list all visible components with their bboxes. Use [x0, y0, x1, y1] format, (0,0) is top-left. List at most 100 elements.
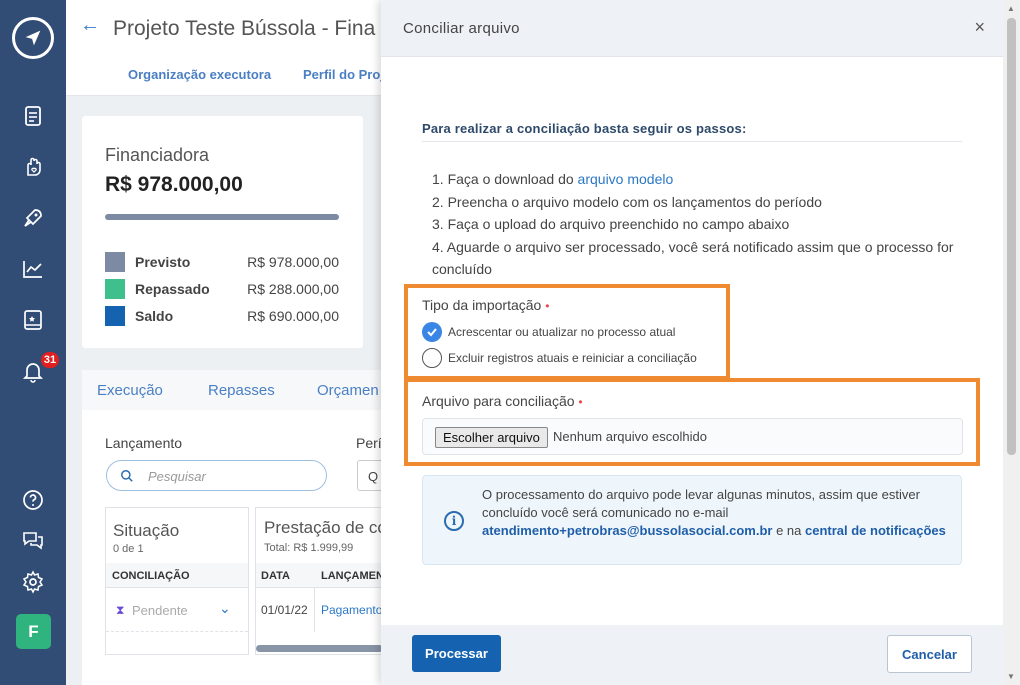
- avatar[interactable]: F: [16, 614, 51, 649]
- legend-swatch: [105, 252, 125, 272]
- hand-heart-icon[interactable]: [19, 153, 47, 181]
- info-alert: i O processamento do arquivo pode levar …: [422, 475, 962, 565]
- row-lancamento-link[interactable]: Pagamento: [321, 603, 381, 617]
- gear-icon[interactable]: [19, 568, 47, 596]
- situacao-title: Situação: [113, 521, 180, 540]
- modal-header: Conciliar arquivo ×: [381, 0, 1003, 57]
- legend-swatch: [105, 306, 125, 326]
- tab-execucao[interactable]: Execução: [97, 382, 163, 399]
- file-status: Nenhum arquivo escolhido: [553, 429, 707, 444]
- intro-text: Para realizar a conciliação basta seguir…: [422, 121, 747, 136]
- file-label: Arquivo para conciliação •: [422, 393, 583, 409]
- status-pendente: Pendente: [132, 603, 188, 618]
- info-text-part: e na: [772, 523, 805, 538]
- financiadora-card: Financiadora R$ 978.000,00 Previsto R$ 9…: [82, 116, 363, 348]
- chat-icon[interactable]: [19, 526, 47, 554]
- modal-footer: Processar Cancelar: [381, 625, 1003, 685]
- processar-button[interactable]: Processar: [412, 635, 501, 672]
- legend-saldo: Saldo R$ 690.000,00: [105, 306, 339, 326]
- table-row[interactable]: ⧗ Pendente ⌄: [106, 588, 248, 632]
- required-mark: •: [578, 395, 583, 409]
- prestacao-table-header: DATA LANÇAMEN: [256, 563, 382, 588]
- required-mark: •: [545, 299, 550, 313]
- choose-file-button[interactable]: Escolher arquivo: [435, 427, 548, 448]
- step-3: 3. Faça o upload do arquivo preenchido n…: [432, 216, 790, 232]
- column-header-data: DATA: [261, 570, 290, 582]
- import-type-label-text: Tipo da importação: [422, 297, 542, 313]
- rocket-icon[interactable]: [19, 204, 47, 232]
- divider: [422, 141, 962, 142]
- conciliar-arquivo-modal: Conciliar arquivo × Para realizar a conc…: [381, 0, 1003, 685]
- file-label-text: Arquivo para conciliação: [422, 393, 575, 409]
- divider: [314, 588, 315, 632]
- legend-name: Saldo: [135, 308, 174, 324]
- steps-list: 1. Faça o download do arquivo modelo 2. …: [432, 168, 967, 281]
- financiadora-label: Financiadora: [105, 145, 210, 165]
- column-header-lancamento: LANÇAMEN: [321, 570, 382, 582]
- scroll-down-icon[interactable]: ▼: [1007, 672, 1015, 681]
- info-text: O processamento do arquivo pode levar al…: [482, 486, 952, 540]
- legend-value: R$ 288.000,00: [247, 281, 339, 297]
- situacao-card: Situação 0 de 1 CONCILIAÇÃO ⧗ Pendente ⌄: [105, 507, 249, 655]
- radio-checked-icon[interactable]: [422, 322, 442, 342]
- sidebar: 31 F: [0, 0, 66, 685]
- legend-name: Repassado: [135, 281, 210, 297]
- tab-perfil-projeto[interactable]: Perfil do Proj: [303, 67, 384, 82]
- tab-orcamento[interactable]: Orçamen: [317, 382, 379, 399]
- financiadora-value: R$ 978.000,00: [105, 173, 243, 196]
- chart-line-icon[interactable]: [19, 255, 47, 283]
- scrollbar-thumb[interactable]: [1007, 18, 1016, 455]
- legend-value: R$ 978.000,00: [247, 254, 339, 270]
- content-tabs: Execução Repasses Orçamen: [82, 370, 382, 410]
- app-logo[interactable]: [12, 17, 54, 59]
- compass-icon: [25, 30, 41, 46]
- step-2: 2. Preencha o arquivo modelo com os lanç…: [432, 193, 822, 210]
- lancamento-section: Lançamento Perío Pesquisar Q Situação 0 …: [82, 410, 389, 685]
- page-title: Projeto Teste Bússola - Fina: [113, 17, 376, 40]
- import-type-label: Tipo da importação •: [422, 297, 549, 313]
- tab-organizacao-executora[interactable]: Organização executora: [128, 67, 271, 82]
- lancamento-label: Lançamento: [105, 435, 183, 451]
- legend-repassado: Repassado R$ 288.000,00: [105, 279, 339, 299]
- chevron-down-icon[interactable]: ⌄: [219, 600, 231, 617]
- search-icon: [121, 470, 133, 482]
- prestacao-total: Total: R$ 1.999,99: [264, 542, 354, 554]
- back-arrow-icon[interactable]: ←: [80, 14, 100, 37]
- cancelar-button[interactable]: Cancelar: [887, 635, 972, 673]
- conciliacao-column-header: CONCILIAÇÃO: [106, 563, 248, 588]
- search-input[interactable]: Pesquisar: [106, 460, 327, 491]
- situacao-count: 0 de 1: [113, 543, 144, 555]
- radio-label: Acrescentar ou atualizar no processo atu…: [448, 325, 676, 339]
- notifications-link[interactable]: central de notificações: [805, 523, 946, 538]
- vertical-scrollbar[interactable]: ▲ ▼: [1003, 0, 1020, 685]
- book-icon[interactable]: [19, 306, 47, 334]
- info-icon: i: [444, 511, 464, 531]
- legend-swatch: [105, 279, 125, 299]
- radio-unchecked-icon[interactable]: [422, 348, 442, 368]
- hourglass-icon: ⧗: [116, 603, 125, 617]
- tab-repasses[interactable]: Repasses: [208, 382, 275, 399]
- legend-previsto: Previsto R$ 978.000,00: [105, 252, 339, 272]
- step-1: 1. Faça o download do arquivo modelo: [432, 168, 967, 191]
- table-row[interactable]: 01/01/22 Pagamento: [256, 588, 381, 632]
- help-icon[interactable]: [19, 486, 47, 514]
- step-1-text: 1. Faça o download do: [432, 171, 578, 187]
- legend-value: R$ 690.000,00: [247, 308, 339, 324]
- row-date: 01/01/22: [261, 603, 308, 617]
- notification-badge: 31: [39, 350, 61, 370]
- horizontal-scrollbar[interactable]: [256, 645, 381, 652]
- scroll-up-icon[interactable]: ▲: [1007, 4, 1015, 13]
- prestacao-card: Prestação de co Total: R$ 1.999,99 DATA …: [255, 507, 382, 655]
- document-icon[interactable]: [19, 102, 47, 130]
- step-4: 4. Aguarde o arquivo ser processado, voc…: [432, 238, 954, 278]
- file-input[interactable]: Escolher arquivo Nenhum arquivo escolhid…: [422, 418, 963, 455]
- legend-name: Previsto: [135, 254, 191, 270]
- arquivo-modelo-link[interactable]: arquivo modelo: [578, 171, 674, 187]
- prestacao-title: Prestação de co: [264, 518, 382, 537]
- close-icon[interactable]: ×: [974, 17, 985, 38]
- radio-label: Excluir registros atuais e reiniciar a c…: [448, 351, 697, 365]
- search-placeholder: Pesquisar: [148, 469, 206, 484]
- info-text-part: O processamento do arquivo pode levar al…: [482, 487, 920, 520]
- modal-title: Conciliar arquivo: [403, 20, 520, 37]
- support-email: atendimento+petrobras@bussolasocial.com.…: [482, 523, 773, 538]
